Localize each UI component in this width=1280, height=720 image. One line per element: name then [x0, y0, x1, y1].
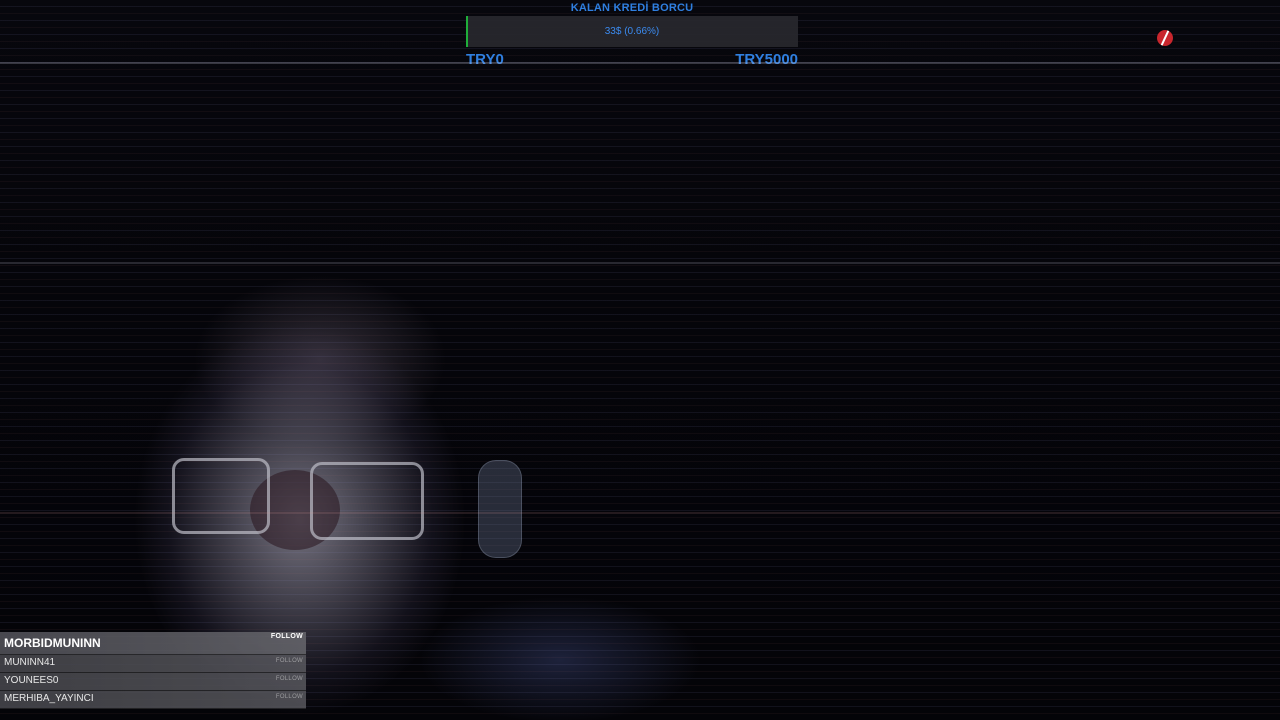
follower-row: MERHIBA_YAYINCI FOLLOW [0, 691, 306, 709]
webcam-feed [0, 0, 1280, 720]
glasses-left-lens [172, 458, 270, 534]
latest-follower-row: MORBIDMUNINN FOLLOW [0, 632, 306, 655]
goal-amount: 33$ (0.66%) [604, 26, 660, 37]
goal-title: KALAN KREDİ BORCU [570, 2, 694, 14]
follow-tag: FOLLOW [275, 676, 303, 682]
streamer-face [250, 470, 340, 550]
red-slash-logo-icon [1157, 30, 1173, 46]
follower-name: MUNINN41 [4, 657, 56, 668]
follower-name: YOUNEES0 [4, 675, 59, 686]
recent-followers-list: MORBIDMUNINN FOLLOW MUNINN41 FOLLOW YOUN… [0, 632, 306, 709]
follow-tag: FOLLOW [275, 658, 303, 664]
goal-max-label: TRY5000 [735, 51, 798, 68]
glasses-right-lens [310, 462, 424, 540]
donation-goal-widget: KALAN KREDİ BORCU 33$ (0.66%) TRY0 TRY50… [466, 0, 798, 70]
headphones [478, 460, 522, 558]
follower-name: MORBIDMUNINN [4, 636, 101, 650]
goal-progress-bar: 33$ (0.66%) [466, 16, 798, 47]
stream-video-frame: KALAN KREDİ BORCU 33$ (0.66%) TRY0 TRY50… [0, 0, 1280, 720]
follower-row: YOUNEES0 FOLLOW [0, 673, 306, 691]
follower-row: MUNINN41 FOLLOW [0, 655, 306, 673]
follower-name: MERHIBA_YAYINCI [4, 693, 94, 704]
follow-tag: FOLLOW [270, 633, 303, 640]
follow-tag: FOLLOW [275, 694, 303, 700]
goal-min-label: TRY0 [466, 51, 504, 68]
